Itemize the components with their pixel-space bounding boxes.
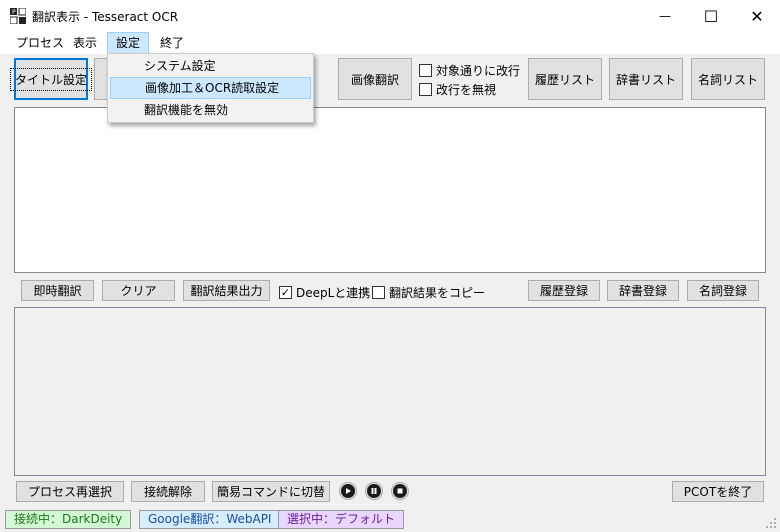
svg-text:P: P xyxy=(12,9,16,16)
stop-button[interactable] xyxy=(391,482,409,500)
disconnect-label: 接続解除 xyxy=(143,485,192,499)
image-translate-button[interactable]: 画像翻訳 xyxy=(338,58,412,100)
translation-result-area[interactable] xyxy=(14,307,766,476)
maximize-icon: ☐ xyxy=(703,6,719,26)
play-button[interactable] xyxy=(339,482,357,500)
register-noun-label: 名詞登録 xyxy=(698,284,747,298)
deepl-link-checkbox[interactable]: ✓ DeepLと連携 xyxy=(279,284,370,301)
checkbox-box xyxy=(419,64,432,77)
clear-label: クリア xyxy=(120,284,157,298)
title-settings-button[interactable]: タイトル設定 xyxy=(10,58,93,100)
status-connection: 接続中：DarkDeity xyxy=(5,510,132,529)
source-text-area[interactable] xyxy=(14,107,766,273)
menu-exit[interactable]: 終了 xyxy=(152,32,192,54)
switch-simple-command-label: 簡易コマンドに切替 xyxy=(216,485,325,499)
noun-list-button[interactable]: 名詞リスト xyxy=(691,58,765,100)
menu-process[interactable]: プロセス xyxy=(8,32,72,54)
checkbox-box xyxy=(372,286,385,299)
play-icon xyxy=(341,484,355,498)
output-result-button[interactable]: 翻訳結果出力 xyxy=(183,280,270,301)
history-list-button[interactable]: 履歴リスト xyxy=(528,58,602,100)
stop-icon xyxy=(393,484,407,498)
status-selection: 選択中：デフォルト xyxy=(278,510,405,529)
maximize-button[interactable]: ☐ xyxy=(688,0,734,32)
register-history-label: 履歴登録 xyxy=(539,284,588,298)
menu-item-image-ocr-settings[interactable]: 画像加工＆OCR読取設定 xyxy=(110,77,311,99)
minimize-icon: — xyxy=(659,9,671,23)
dictionary-list-button[interactable]: 辞書リスト xyxy=(609,58,683,100)
settings-dropdown: システム設定 画像加工＆OCR読取設定 翻訳機能を無効 xyxy=(107,53,314,123)
reselect-process-label: プロセス再選択 xyxy=(27,485,112,499)
disconnect-button[interactable]: 接続解除 xyxy=(131,481,205,502)
dictionary-list-label: 辞書リスト xyxy=(615,72,676,87)
ignore-newline-checkbox[interactable]: 改行を無視 xyxy=(419,81,496,98)
ignore-newline-label: 改行を無視 xyxy=(436,83,497,97)
menu-settings[interactable]: 設定 xyxy=(107,32,150,54)
menu-view[interactable]: 表示 xyxy=(65,32,105,54)
minimize-button[interactable]: — xyxy=(642,0,688,32)
close-window-button[interactable]: ✕ xyxy=(734,0,780,32)
pause-icon xyxy=(367,484,381,498)
copy-result-checkbox[interactable]: 翻訳結果をコピー xyxy=(372,284,485,301)
pause-button[interactable] xyxy=(365,482,383,500)
register-dictionary-button[interactable]: 辞書登録 xyxy=(607,280,679,301)
register-noun-button[interactable]: 名詞登録 xyxy=(687,280,759,301)
window-title: 翻訳表示 - Tesseract OCR xyxy=(32,10,179,24)
output-result-label: 翻訳結果出力 xyxy=(190,284,263,298)
menu-item-system-settings[interactable]: システム設定 xyxy=(110,55,311,77)
reselect-process-button[interactable]: プロセス再選択 xyxy=(16,481,124,502)
switch-simple-command-button[interactable]: 簡易コマンドに切替 xyxy=(212,481,330,502)
exit-pcot-label: PCOTを終了 xyxy=(683,485,753,499)
instant-translate-button[interactable]: 即時翻訳 xyxy=(21,280,94,301)
register-dictionary-label: 辞書登録 xyxy=(618,284,667,298)
copy-result-label: 翻訳結果をコピー xyxy=(389,286,486,300)
app-icon: P xyxy=(9,7,27,25)
history-list-label: 履歴リスト xyxy=(534,72,595,87)
instant-translate-label: 即時翻訳 xyxy=(33,284,82,298)
newline-per-target-label: 対象通りに改行 xyxy=(436,64,521,78)
menu-item-disable-translation[interactable]: 翻訳機能を無効 xyxy=(110,99,311,121)
clear-button[interactable]: クリア xyxy=(102,280,175,301)
noun-list-label: 名詞リスト xyxy=(697,72,758,87)
deepl-link-label: DeepLと連携 xyxy=(296,286,371,300)
image-translate-label: 画像翻訳 xyxy=(350,72,399,87)
close-icon: ✕ xyxy=(750,6,764,26)
resize-grip-icon[interactable] xyxy=(765,517,777,529)
checkbox-box xyxy=(419,83,432,96)
newline-per-target-checkbox[interactable]: 対象通りに改行 xyxy=(419,62,520,79)
title-settings-label: タイトル設定 xyxy=(10,67,93,91)
checkbox-checked-icon: ✓ xyxy=(279,286,292,299)
register-history-button[interactable]: 履歴登録 xyxy=(528,280,600,301)
exit-pcot-button[interactable]: PCOTを終了 xyxy=(672,481,764,502)
status-translator: Google翻訳：WebAPI xyxy=(139,510,281,529)
